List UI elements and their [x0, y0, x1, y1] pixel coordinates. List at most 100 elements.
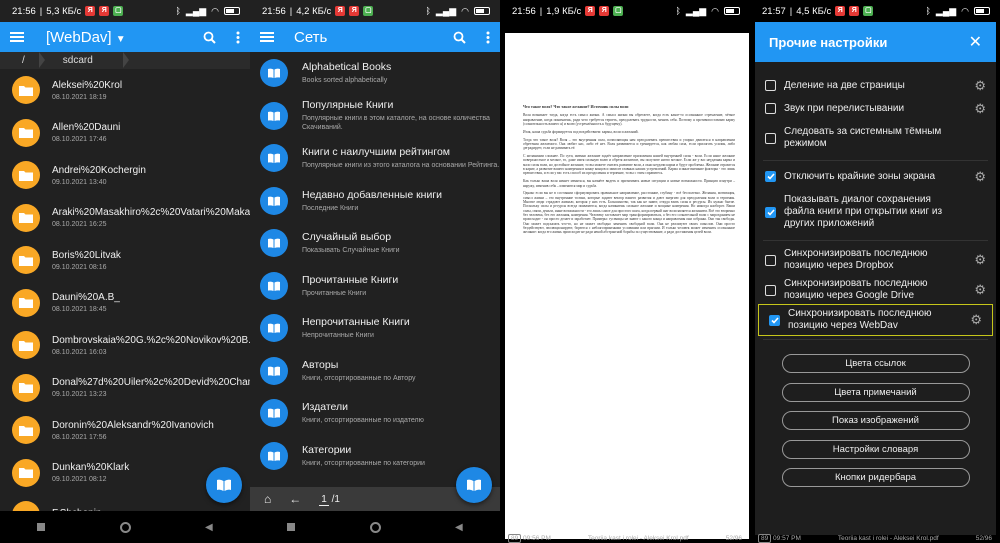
catalog-text: Непрочитанные Книги Непрочитанные Книги — [302, 316, 500, 340]
setting-label: Синхронизировать последнюю позицию через… — [788, 308, 932, 331]
close-icon[interactable]: ✕ — [969, 32, 982, 52]
setting-label: Синхронизировать последнюю позицию через… — [784, 248, 928, 271]
catalog-item[interactable]: Книги с наилучшим рейтингом Популярные кн… — [250, 137, 500, 180]
back-icon[interactable]: ◀ — [205, 522, 213, 533]
checkbox-checked-icon[interactable] — [765, 206, 776, 218]
settings-button[interactable]: Цвета ссылок — [781, 354, 970, 373]
catalog-item[interactable]: Недавно добавленные книги Последние Книги — [250, 180, 500, 223]
setting-option[interactable]: Звук при перелистывании ⚙ — [755, 97, 996, 120]
catalog-text: Авторы Книги, отсортированные по Автору — [302, 359, 500, 383]
file-row[interactable]: Allen%20Dauni 08.10.2021 17:46 — [0, 112, 250, 155]
document-page[interactable]: Что такое воля? Что такое желание? Источ… — [505, 33, 749, 539]
setting-option[interactable]: Синхронизировать последнюю позицию через… — [755, 275, 996, 305]
setting-option[interactable]: Синхронизировать последнюю позицию через… — [758, 304, 993, 336]
catalog-title: Категории — [302, 443, 352, 456]
folder-icon — [12, 373, 40, 402]
gear-icon[interactable]: ⚙ — [974, 170, 986, 183]
recent-apps-icon[interactable] — [37, 523, 46, 531]
recent-apps-icon[interactable] — [287, 523, 296, 531]
file-text: Donal%27d%20Uiler%2c%20Devid%20Chambers 0… — [52, 377, 250, 398]
setting-label: Следовать за системным тёмным режимом — [784, 126, 942, 149]
file-text: Dombrovskaia%20G.%2c%20Novikov%20B.%2c%2… — [52, 335, 250, 356]
catalog-subtitle: Books sorted alphabetically — [302, 77, 388, 85]
file-row[interactable]: Araki%20Masakhiro%2c%20Vatari%20Makana 08… — [0, 197, 250, 240]
gear-icon[interactable]: ⚙ — [974, 102, 986, 115]
checkbox-unchecked-icon[interactable] — [765, 103, 776, 114]
checkbox-checked-icon[interactable] — [769, 314, 780, 326]
file-name: Dauni%20A.B_ — [52, 292, 120, 304]
dialog-title: Прочие настройки — [769, 34, 888, 50]
gear-icon[interactable]: ⚙ — [974, 283, 986, 296]
file-row[interactable]: Andrei%20Kochergin 09.10.2021 13:40 — [0, 154, 250, 197]
search-icon[interactable] — [453, 31, 466, 44]
file-row[interactable]: Aleksei%20Krol 08.10.2021 18:19 — [0, 69, 250, 112]
back-icon[interactable]: ◀ — [455, 522, 463, 533]
home-icon[interactable] — [119, 521, 131, 533]
folder-icon — [12, 458, 40, 487]
catalog-text: Прочитанные Книги Прочитанные Книги — [302, 274, 500, 298]
gear-icon[interactable]: ⚙ — [974, 253, 986, 266]
catalog-item[interactable]: Случайный выбор Показывать Случайные Книг… — [250, 222, 500, 265]
catalog-item[interactable]: Прочитанные Книги Прочитанные Книги — [250, 265, 500, 308]
file-row[interactable]: Boris%20Litvak 09.10.2021 08:16 — [0, 239, 250, 282]
page-number-input[interactable]: 1 — [319, 493, 329, 506]
setting-option[interactable]: Синхронизировать последнюю позицию через… — [755, 245, 996, 275]
catalog-item[interactable]: Непрочитанные Книги Непрочитанные Книги — [250, 307, 500, 350]
settings-button[interactable]: Настройки словаря — [781, 439, 970, 459]
menu-icon[interactable] — [260, 31, 274, 43]
document-paragraph: Однако если вы не в состоянии сформулиро… — [523, 191, 735, 235]
checkbox-unchecked-icon[interactable] — [765, 132, 776, 144]
catalog-subtitle: Популярные книги из этого каталога на ос… — [302, 162, 500, 170]
setting-option[interactable]: Отключить крайние зоны экрана ⚙ — [755, 165, 996, 188]
breadcrumb-sdcard[interactable]: sdcard — [39, 52, 129, 69]
status-bar: 21:56 | 5,3 КБ/с Я Я ▢ ᛒ ▂▄▆ ◠ — [0, 0, 250, 22]
catalog-item[interactable]: Издатели Книги, отсортированные по издате… — [250, 392, 500, 435]
file-row[interactable]: Dombrovskaia%20G.%2c%20Novikov%20B.%2c%2… — [0, 324, 250, 367]
file-row[interactable]: Doronin%20Aleksandr%20Ivanovich 08.10.202… — [0, 409, 250, 452]
checkbox-unchecked-icon[interactable] — [765, 254, 776, 266]
file-name: Andrei%20Kochergin — [52, 164, 146, 176]
breadcrumb: / sdcard — [0, 52, 250, 69]
catalog-item[interactable]: Популярные Книги Популярные книги в этом … — [250, 95, 500, 138]
home-icon[interactable]: ⌂ — [264, 492, 271, 506]
setting-option[interactable]: Следовать за системным тёмным режимом — [755, 120, 996, 156]
document-paragraph: Тогда что такое воля? Воля – это внутрен… — [523, 137, 735, 151]
gear-icon[interactable]: ⚙ — [974, 79, 986, 92]
catalog-text: Издатели Книги, отсортированные по издате… — [302, 401, 500, 425]
gear-icon[interactable]: ⚙ — [970, 313, 982, 326]
file-row[interactable]: Dauni%20A.B_ 08.10.2021 18:45 — [0, 282, 250, 325]
scrolled-text-fragment — [755, 62, 996, 74]
open-book-fab[interactable] — [206, 467, 242, 503]
phone-settings: 21:57 | 4,5 КБ/с Я Я ▢ ᛒ ▂▄▆ ◠ Прочие настро… — [750, 0, 1000, 543]
battery-icon — [474, 7, 490, 15]
checkbox-unchecked-icon[interactable] — [765, 284, 776, 296]
breadcrumb-root[interactable]: / — [0, 52, 45, 69]
catalog-item[interactable]: Alphabetical Books Books sorted alphabeti… — [250, 52, 500, 95]
settings-button[interactable]: Кнопки ридербара — [781, 468, 970, 487]
more-vert-icon[interactable] — [486, 31, 490, 44]
more-vert-icon[interactable] — [236, 31, 240, 44]
checkbox-unchecked-icon[interactable] — [765, 80, 776, 91]
catalog-title: Недавно добавленные книги — [302, 188, 443, 201]
setting-option[interactable]: Деление на две страницы ⚙ — [755, 74, 996, 97]
catalog-item[interactable]: Авторы Книги, отсортированные по Автору — [250, 350, 500, 393]
setting-option[interactable]: Показывать диалог сохранения файла книги… — [755, 188, 996, 236]
checkbox-checked-icon[interactable] — [765, 171, 776, 182]
settings-button[interactable]: Показ изображений — [781, 411, 970, 430]
location-dropdown[interactable]: [WebDav] ▼ — [46, 29, 203, 46]
phone-file-browser: 21:56 | 5,3 КБ/с Я Я ▢ ᛒ ▂▄▆ ◠ [WebDav] ▼ / … — [0, 0, 250, 543]
home-icon[interactable] — [369, 521, 381, 533]
folder-icon — [12, 288, 40, 317]
menu-icon[interactable] — [10, 31, 24, 43]
back-arrow-icon[interactable]: ← — [289, 492, 301, 506]
signal-icon: ▂▄▆ — [185, 5, 207, 16]
search-icon[interactable] — [203, 31, 216, 44]
open-book-fab[interactable] — [456, 467, 492, 503]
notification-icon: Я — [85, 6, 96, 16]
catalog-title: Авторы — [302, 358, 339, 371]
book-icon — [217, 479, 231, 491]
file-row[interactable]: Donal%27d%20Uiler%2c%20Devid%20Chambers 0… — [0, 367, 250, 410]
settings-button[interactable]: Цвета примечаний — [781, 382, 970, 402]
clock: 09:56 PM — [523, 534, 551, 542]
reader-footer: 89 09:57 PM Teoriia kast i rolei - Aleks… — [750, 533, 1000, 543]
